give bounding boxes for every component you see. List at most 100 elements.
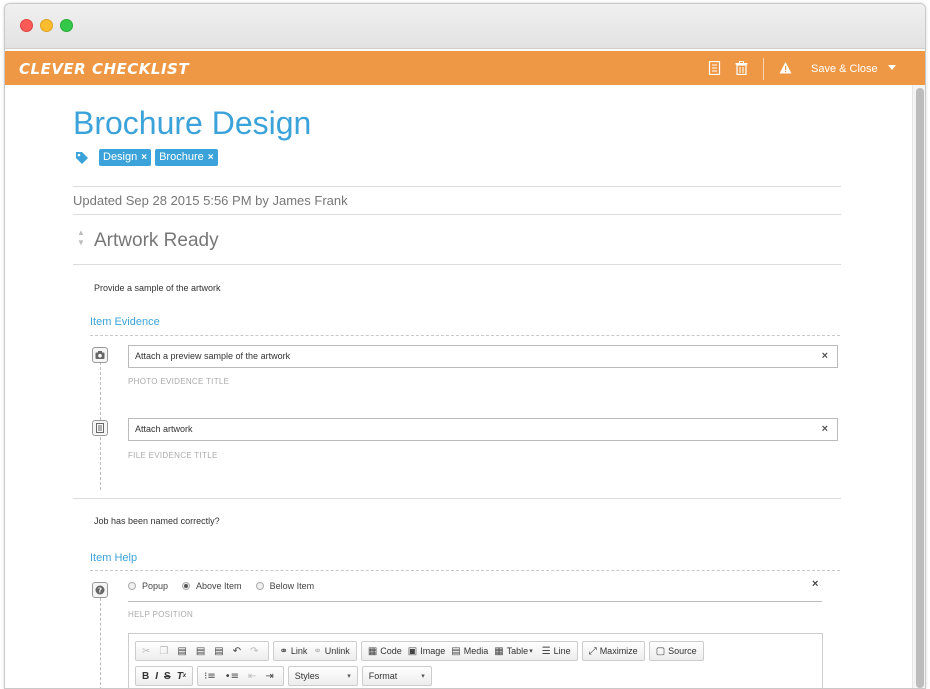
clear-file-evidence-icon[interactable]: ×	[822, 419, 828, 440]
line-button[interactable]: ☰ Line	[539, 642, 574, 660]
remove-tag-icon[interactable]: ×	[208, 152, 214, 163]
help-position-above-item[interactable]: Above Item	[182, 581, 242, 591]
clear-photo-evidence-icon[interactable]: ×	[822, 346, 828, 367]
copy-icon[interactable]: ❐	[156, 642, 174, 660]
tag-chip[interactable]: Design ×	[99, 149, 152, 166]
scrollbar-thumb[interactable]	[916, 88, 924, 688]
tag-label: Design	[103, 151, 138, 163]
checklist-editor: Brochure Design Design × Brochure × Update…	[5, 85, 911, 688]
save-options-chevron-down-icon[interactable]	[888, 65, 896, 70]
zoom-window-button[interactable]	[60, 19, 73, 32]
photo-evidence-title-input[interactable]: Attach a preview sample of the artwork ×	[128, 345, 838, 368]
app-window: CLEVER CHECKLIST Save & Close Brochure D…	[4, 3, 926, 689]
help-icon: ?	[92, 582, 108, 598]
editor-toolbar-row-1: ✂ ❐ ▤ ▤ ▤ ↶ ↷ ⚭ Link ⚭ Unlink ▦ Code ▣ Image…	[135, 641, 704, 661]
image-label: Image	[420, 646, 446, 656]
warning-icon[interactable]	[779, 61, 792, 75]
link-icon: ⚭	[279, 645, 288, 657]
save-close-button[interactable]: Save & Close	[811, 63, 878, 75]
image-icon: ▣	[407, 645, 418, 657]
link-button[interactable]: ⚭ Link	[277, 642, 311, 660]
trash-icon[interactable]	[735, 61, 748, 75]
bold-icon[interactable]: B	[139, 667, 152, 685]
editor-toolbar-row-2: B I S Tx ⁝≡ •≡ ⇤ ⇥ Styles ▾ Format ▾	[135, 666, 432, 686]
item-title[interactable]: Artwork Ready	[94, 230, 219, 252]
remove-tag-icon[interactable]: ×	[141, 152, 147, 163]
help-position-popup[interactable]: Popup	[128, 581, 168, 591]
code-button[interactable]: ▦ Code	[365, 642, 405, 660]
help-position-below-item[interactable]: Below Item	[255, 581, 315, 591]
table-button[interactable]: ▦ Table ▾	[491, 642, 538, 660]
unlink-button[interactable]: ⚭ Unlink	[310, 642, 352, 660]
unlink-label: Unlink	[324, 646, 350, 656]
chevron-down-icon: ▾	[421, 673, 425, 680]
paste-word-icon[interactable]: ▤	[211, 642, 229, 660]
clipboard-group: ✂ ❐ ▤ ▤ ▤ ↶ ↷	[135, 641, 269, 661]
divider	[73, 186, 841, 187]
close-window-button[interactable]	[20, 19, 33, 32]
updated-info: Updated Sep 28 2015 5:56 PM by James Fra…	[73, 193, 348, 208]
styles-select[interactable]: Styles ▾	[287, 666, 358, 686]
tag-chip[interactable]: Brochure ×	[155, 149, 218, 166]
photo-evidence-label: PHOTO EVIDENCE TITLE	[128, 377, 230, 386]
item-note[interactable]: Job has been named correctly?	[94, 516, 220, 526]
source-button[interactable]: ▢ Source	[653, 642, 700, 660]
format-select[interactable]: Format ▾	[361, 666, 432, 686]
maximize-label: Maximize	[599, 646, 638, 656]
remove-format-icon[interactable]: Tx	[174, 667, 189, 685]
photo-evidence-value: Attach a preview sample of the artwork	[135, 351, 291, 361]
numbered-list-icon[interactable]: ⁝≡	[201, 667, 222, 685]
italic-icon[interactable]: I	[152, 667, 161, 685]
media-button[interactable]: ▤ Media	[448, 642, 491, 660]
header-divider	[763, 58, 764, 80]
scrollbar[interactable]	[912, 85, 925, 688]
bulleted-list-icon[interactable]: •≡	[222, 667, 245, 685]
maximize-button[interactable]: ⤢ Maximize	[586, 642, 641, 660]
radio-label: Below Item	[269, 581, 315, 591]
help-rich-text-editor[interactable]: ✂ ❐ ▤ ▤ ▤ ↶ ↷ ⚭ Link ⚭ Unlink ▦ Code ▣ Image…	[128, 633, 823, 688]
unlink-icon: ⚭	[313, 645, 322, 657]
radio-button[interactable]	[255, 582, 264, 590]
cut-icon[interactable]: ✂	[139, 642, 156, 660]
line-label: Line	[553, 646, 571, 656]
file-evidence-title-input[interactable]: Attach artwork ×	[128, 418, 838, 441]
strikethrough-icon[interactable]: S	[161, 667, 174, 685]
link-group: ⚭ Link ⚭ Unlink	[272, 641, 357, 661]
minimize-window-button[interactable]	[40, 19, 53, 32]
divider	[73, 214, 841, 215]
radio-button[interactable]	[182, 582, 191, 590]
file-evidence-value: Attach artwork	[135, 424, 193, 434]
image-button[interactable]: ▣ Image	[405, 642, 448, 660]
help-position-label: HELP POSITION	[128, 610, 194, 619]
horizontal-line-icon: ☰	[541, 645, 551, 657]
media-icon: ▤	[451, 645, 461, 657]
radio-button[interactable]	[128, 582, 136, 590]
styles-label: Styles	[294, 671, 320, 681]
code-icon: ▦	[367, 645, 378, 657]
tag-icon	[75, 151, 89, 165]
link-label: Link	[290, 646, 308, 656]
document-icon[interactable]	[708, 61, 721, 75]
outdent-icon[interactable]: ⇤	[245, 667, 262, 685]
redo-icon[interactable]: ↷	[247, 642, 264, 660]
paste-text-icon[interactable]: ▤	[193, 642, 211, 660]
page-title[interactable]: Brochure Design	[73, 105, 311, 142]
view-group: ⤢ Maximize	[581, 641, 645, 661]
code-label: Code	[380, 646, 402, 656]
table-label: Table	[506, 646, 529, 656]
reorder-handle-icon[interactable]: ▲ ▼	[77, 228, 85, 248]
help-connector	[100, 598, 101, 688]
divider	[73, 498, 841, 499]
file-icon	[92, 420, 108, 436]
item-description[interactable]: Provide a sample of the artwork	[94, 283, 221, 293]
svg-text:?: ?	[98, 587, 102, 595]
help-position-options: Popup Above Item Below Item	[128, 581, 328, 591]
paste-icon[interactable]: ▤	[174, 642, 192, 660]
item-evidence-heading: Item Evidence	[90, 316, 160, 328]
indent-icon[interactable]: ⇥	[262, 667, 279, 685]
window-titlebar	[5, 4, 925, 49]
divider	[73, 264, 841, 265]
maximize-icon: ⤢	[588, 645, 597, 657]
close-help-icon[interactable]: ×	[812, 578, 818, 590]
undo-icon[interactable]: ↶	[230, 642, 247, 660]
